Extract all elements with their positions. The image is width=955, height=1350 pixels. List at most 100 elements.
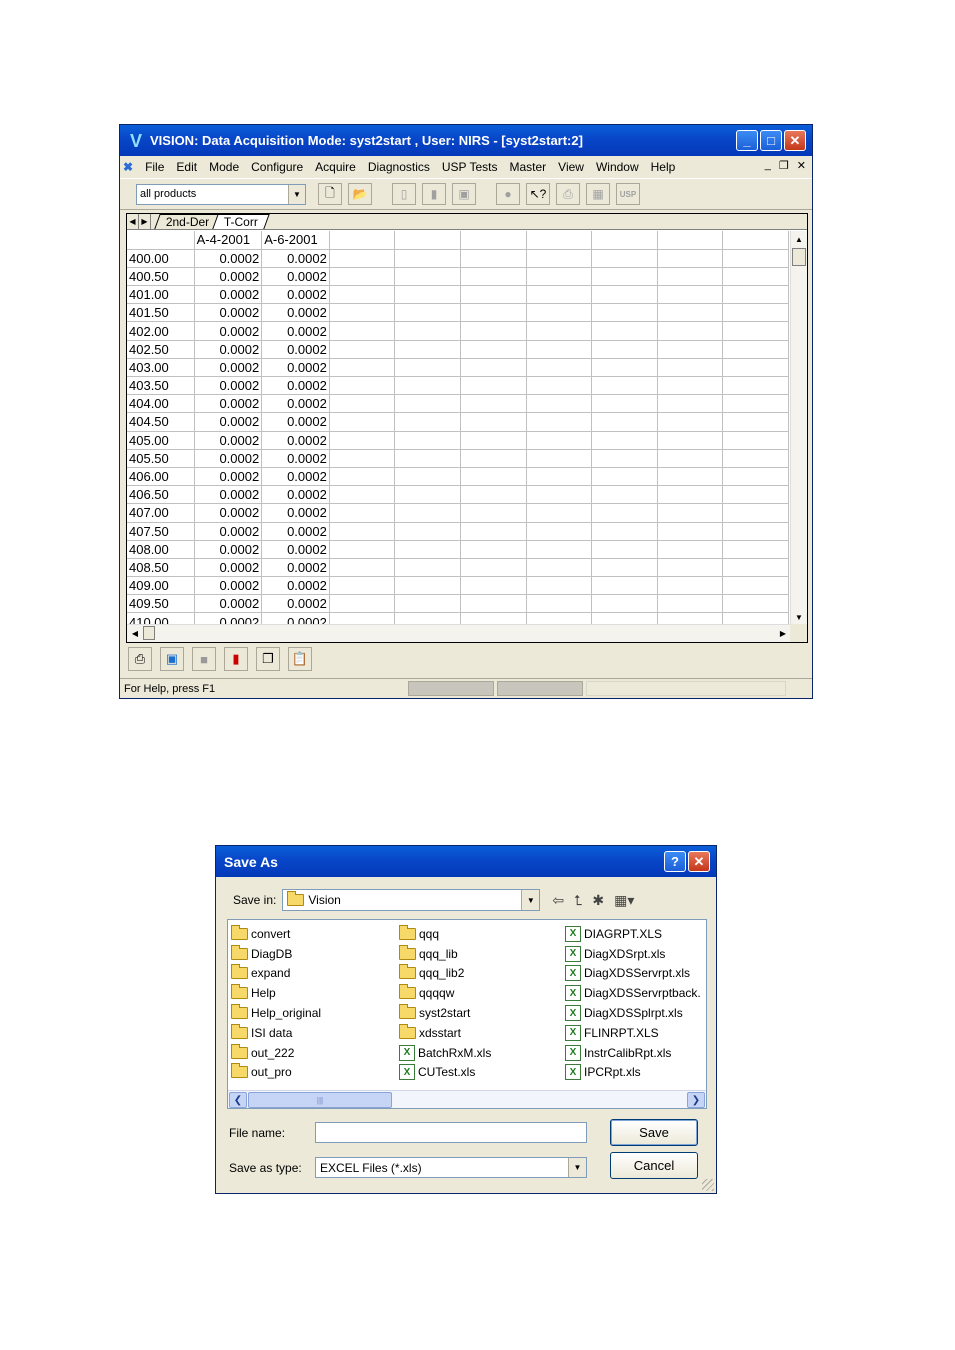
file-item[interactable]: X InstrCalibRpt.xls [565,1043,701,1063]
table-cell[interactable] [722,340,789,359]
file-item[interactable]: X DiagXDSServrpt.xls [565,964,701,984]
mdi-minimize-icon[interactable]: _ [765,159,771,172]
menu-usp-tests[interactable]: USP Tests [436,160,504,174]
table-cell[interactable] [394,594,461,614]
table-cell[interactable] [394,267,461,287]
row-wavelength[interactable]: 401.50 [127,303,195,323]
print-icon[interactable]: ⎙ [128,647,152,671]
table-cell[interactable]: 0.0002 [261,576,330,596]
table-cell[interactable] [722,321,789,341]
table-cell[interactable] [657,467,724,487]
file-item[interactable]: Help [231,983,321,1003]
scroll-right-icon[interactable]: ❯ [687,1092,705,1108]
column-header[interactable] [657,231,724,250]
file-item[interactable]: Help_original [231,1003,321,1023]
tab-2nd-der[interactable]: 2nd-Der [154,214,222,229]
table-cell[interactable]: 0.0002 [194,503,263,523]
table-cell[interactable] [591,576,658,596]
row-wavelength[interactable]: 401.00 [127,285,195,305]
table-cell[interactable]: 0.0002 [261,285,330,305]
table-cell[interactable] [329,485,396,505]
table-cell[interactable] [329,340,396,359]
maximize-icon[interactable]: □ [760,130,782,151]
table-cell[interactable]: 0.0002 [261,485,330,505]
file-item[interactable]: X IPCRpt.xls [565,1063,701,1083]
table-cell[interactable] [460,431,527,450]
row-wavelength[interactable]: 409.00 [127,576,195,596]
table-cell[interactable]: 0.0002 [194,412,263,432]
row-wavelength[interactable]: 403.00 [127,358,195,378]
file-item[interactable]: X DIAGRPT.XLS [565,924,701,944]
file-item[interactable]: X DiagXDSSplrpt.xls [565,1003,701,1023]
row-wavelength[interactable]: 400.50 [127,267,195,287]
menu-file[interactable]: File [139,160,170,174]
table-cell[interactable]: 0.0002 [194,449,263,468]
table-cell[interactable] [722,503,789,523]
table-cell[interactable] [460,594,527,614]
table-cell[interactable] [722,394,789,414]
table-cell[interactable] [526,522,593,541]
table-cell[interactable] [591,449,658,468]
table-cell[interactable] [591,303,658,323]
tab-t-corr[interactable]: T-Corr [212,214,271,229]
table-cell[interactable] [722,431,789,450]
table-cell[interactable] [460,540,527,559]
table-cell[interactable] [657,249,724,268]
table-cell[interactable] [460,249,527,268]
back-arrow-icon[interactable]: ⇦ [552,892,564,909]
row-wavelength[interactable]: 406.00 [127,467,195,487]
menu-help[interactable]: Help [645,160,682,174]
table-cell[interactable]: 0.0002 [261,340,330,359]
table-cell[interactable]: 0.0002 [261,249,330,268]
menu-configure[interactable]: Configure [245,160,309,174]
file-item[interactable]: xdsstart [399,1023,491,1043]
resize-grip-icon[interactable] [702,1179,714,1191]
table-cell[interactable]: 0.0002 [194,431,263,450]
file-item[interactable]: X DiagXDSrpt.xls [565,944,701,964]
file-item[interactable]: ISI data [231,1023,321,1043]
print-icon[interactable]: ⎙ [556,183,580,205]
table-cell[interactable] [329,412,396,432]
table-cell[interactable] [329,394,396,414]
table-cell[interactable]: 0.0002 [194,522,263,541]
table-cell[interactable] [460,303,527,323]
table-cell[interactable] [722,303,789,323]
row-wavelength[interactable]: 409.50 [127,594,195,614]
file-scroll-thumb[interactable]: ||| [248,1092,392,1108]
file-name-input[interactable] [315,1122,587,1143]
table-cell[interactable] [657,394,724,414]
scroll-right-icon[interactable]: ▶ [775,625,791,642]
mdi-close-icon[interactable]: ✕ [797,159,806,172]
table-cell[interactable] [394,340,461,359]
chevron-down-icon[interactable]: ▼ [288,184,305,204]
mdi-restore-icon[interactable]: ❐ [779,159,789,172]
table-cell[interactable]: 0.0002 [194,376,263,396]
cancel-button[interactable]: Cancel [610,1152,698,1179]
minimize-icon[interactable]: _ [736,130,758,151]
scroll-left-icon[interactable]: ❮ [229,1092,247,1108]
table-cell[interactable] [394,249,461,268]
table-cell[interactable] [722,285,789,305]
table-cell[interactable] [722,594,789,614]
table-cell[interactable] [722,485,789,505]
row-wavelength[interactable]: 405.50 [127,449,195,468]
row-wavelength[interactable]: 402.00 [127,321,195,341]
menu-diagnostics[interactable]: Diagnostics [362,160,436,174]
save-type-combo[interactable]: EXCEL Files (*.xls) ▼ [315,1157,587,1178]
table-cell[interactable] [526,321,593,341]
table-cell[interactable] [722,449,789,468]
table-cell[interactable] [526,431,593,450]
menu-mode[interactable]: Mode [203,160,245,174]
table-cell[interactable] [722,467,789,487]
table-cell[interactable] [591,394,658,414]
table-cell[interactable]: 0.0002 [194,576,263,596]
table-cell[interactable]: 0.0002 [194,249,263,268]
table-cell[interactable] [722,540,789,559]
row-wavelength[interactable]: 407.00 [127,503,195,523]
table-cell[interactable]: 0.0002 [194,321,263,341]
table-cell[interactable] [657,540,724,559]
chevron-down-icon[interactable]: ▼ [521,890,540,910]
table-cell[interactable] [460,503,527,523]
table-cell[interactable] [591,540,658,559]
row-wavelength[interactable]: 403.50 [127,376,195,396]
